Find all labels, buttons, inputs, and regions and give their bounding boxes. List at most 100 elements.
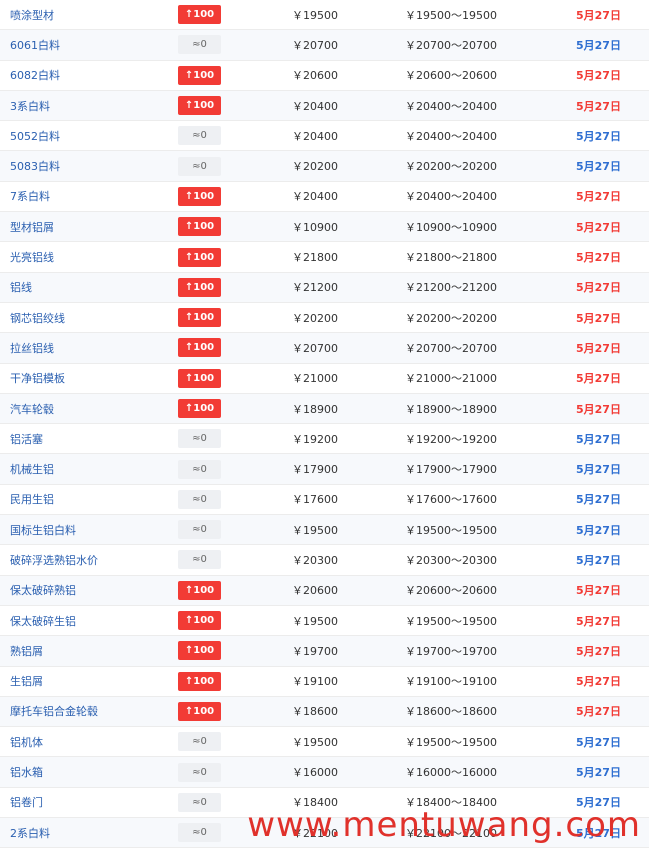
change-badge: ↑100: [178, 247, 221, 267]
table-row: 铝卷门 ≈0 ￥18400 ￥18400～18400 5月27日: [0, 788, 649, 819]
avg-price: ￥20400: [292, 99, 338, 113]
material-name-link[interactable]: 钢芯铝绞线: [10, 303, 65, 332]
material-name-link[interactable]: 拉丝铝线: [10, 333, 54, 362]
change-cell: ↑100: [178, 212, 221, 241]
price-range: ￥19200～19200: [405, 432, 497, 446]
table-row: 铝机体 ≈0 ￥19500 ￥19500～19500 5月27日: [0, 727, 649, 758]
change-cell: ↑100: [178, 636, 221, 665]
change-cell: ≈0: [178, 727, 221, 756]
material-name-link[interactable]: 干净铝模板: [10, 364, 65, 393]
change-cell: ≈0: [178, 30, 221, 59]
material-name-link[interactable]: 2系白料: [10, 818, 50, 847]
change-badge: ≈0: [178, 156, 221, 176]
change-cell: ≈0: [178, 485, 221, 514]
table-row: 干净铝模板 ↑100 ￥21000 ￥21000～21000 5月27日: [0, 364, 649, 394]
change-cell: ↑100: [178, 576, 221, 605]
material-name-link[interactable]: 破碎浮选熟铝水价: [10, 545, 98, 574]
price-range: ￥19500～19500: [405, 523, 497, 537]
avg-price: ￥20600: [292, 69, 338, 83]
material-name-link[interactable]: 型材铝屑: [10, 212, 54, 241]
table-row: 7系白料 ↑100 ￥20400 ￥20400～20400 5月27日: [0, 182, 649, 213]
change-cell: ↑100: [178, 273, 221, 302]
material-name-link[interactable]: 铝水箱: [10, 757, 43, 786]
change-cell: ≈0: [178, 121, 221, 150]
material-name-link[interactable]: 铝机体: [10, 727, 43, 756]
material-name-link[interactable]: 铝线: [10, 273, 32, 302]
avg-price: ￥18600: [292, 705, 338, 719]
price-range: ￥21000～21000: [405, 372, 497, 386]
material-name-link[interactable]: 保太破碎生铝: [10, 606, 76, 635]
avg-price: ￥19200: [292, 432, 338, 446]
table-row: 型材铝屑 ↑100 ￥10900 ￥10900～10900 5月27日: [0, 212, 649, 243]
avg-price: ￥20700: [292, 341, 338, 355]
update-date: 5月27日: [576, 796, 621, 810]
material-name-link[interactable]: 3系白料: [10, 91, 50, 120]
update-date: 5月27日: [576, 493, 621, 507]
material-name-link[interactable]: 光亮铝线: [10, 242, 54, 271]
change-badge: ≈0: [178, 550, 221, 570]
change-cell: ↑100: [178, 182, 221, 211]
material-name-link[interactable]: 民用生铝: [10, 485, 54, 514]
change-cell: ≈0: [178, 515, 221, 544]
avg-price: ￥20400: [292, 129, 338, 143]
table-row: 6061白料 ≈0 ￥20700 ￥20700～20700 5月27日: [0, 30, 649, 61]
update-date: 5月27日: [576, 675, 621, 689]
change-badge: ↑100: [178, 611, 221, 631]
change-badge: ↑100: [178, 65, 221, 85]
price-range: ￥10900～10900: [405, 220, 497, 234]
change-badge: ↑100: [178, 338, 221, 358]
change-cell: ↑100: [178, 333, 221, 362]
material-name-link[interactable]: 5052白料: [10, 121, 60, 150]
price-range: ￥20400～20400: [405, 129, 497, 143]
table-row: 5052白料 ≈0 ￥20400 ￥20400～20400 5月27日: [0, 121, 649, 152]
material-name-link[interactable]: 6061白料: [10, 30, 60, 59]
update-date: 5月27日: [576, 8, 621, 22]
avg-price: ￥17600: [292, 493, 338, 507]
material-name-link[interactable]: 机械生铝: [10, 454, 54, 483]
price-range: ￥20600～20600: [405, 584, 497, 598]
material-name-link[interactable]: 铝卷门: [10, 788, 43, 817]
change-cell: ≈0: [178, 757, 221, 786]
table-row: 铝活塞 ≈0 ￥19200 ￥19200～19200 5月27日: [0, 424, 649, 455]
price-range: ￥20400～20400: [405, 99, 497, 113]
update-date: 5月27日: [576, 129, 621, 143]
change-badge: ↑100: [178, 277, 221, 297]
update-date: 5月27日: [576, 220, 621, 234]
material-name-link[interactable]: 汽车轮毂: [10, 394, 54, 423]
change-cell: ≈0: [178, 151, 221, 180]
material-name-link[interactable]: 国标生铝白料: [10, 515, 76, 544]
change-badge: ≈0: [178, 35, 221, 55]
material-name-link[interactable]: 6082白料: [10, 61, 60, 90]
material-name-link[interactable]: 5083白料: [10, 151, 60, 180]
price-range: ￥17900～17900: [405, 463, 497, 477]
material-name-link[interactable]: 7系白料: [10, 182, 50, 211]
change-cell: ≈0: [178, 545, 221, 574]
material-name-link[interactable]: 熟铝屑: [10, 636, 43, 665]
table-row: 保太破碎生铝 ↑100 ￥19500 ￥19500～19500 5月27日: [0, 606, 649, 637]
update-date: 5月27日: [576, 644, 621, 658]
update-date: 5月27日: [576, 432, 621, 446]
update-date: 5月27日: [576, 614, 621, 628]
change-badge: ↑100: [178, 671, 221, 691]
change-cell: ↑100: [178, 606, 221, 635]
table-row: 生铝屑 ↑100 ￥19100 ￥19100～19100 5月27日: [0, 667, 649, 697]
update-date: 5月27日: [576, 705, 621, 719]
price-range: ￥20700～20700: [405, 38, 497, 52]
table-row: 摩托车铝合金轮毂 ↑100 ￥18600 ￥18600～18600 5月27日: [0, 696, 649, 728]
change-badge: ≈0: [178, 762, 221, 782]
change-badge: ↑100: [178, 186, 221, 206]
change-cell: ↑100: [178, 667, 221, 696]
change-badge: ↑100: [178, 5, 221, 25]
change-cell: ↑100: [178, 0, 221, 29]
material-name-link[interactable]: 保太破碎熟铝: [10, 576, 76, 605]
material-name-link[interactable]: 喷涂型材: [10, 0, 54, 29]
material-name-link[interactable]: 铝活塞: [10, 424, 43, 453]
table-row: 破碎浮选熟铝水价 ≈0 ￥20300 ￥20300～20300 5月27日: [0, 545, 649, 576]
avg-price: ￥19500: [292, 735, 338, 749]
table-row: 国标生铝白料 ≈0 ￥19500 ￥19500～19500 5月27日: [0, 515, 649, 546]
avg-price: ￥22100: [292, 826, 338, 840]
material-name-link[interactable]: 生铝屑: [10, 667, 43, 696]
table-row: 钢芯铝绞线 ↑100 ￥20200 ￥20200～20200 5月27日: [0, 303, 649, 334]
update-date: 5月27日: [576, 69, 621, 83]
material-name-link[interactable]: 摩托车铝合金轮毂: [10, 697, 98, 726]
